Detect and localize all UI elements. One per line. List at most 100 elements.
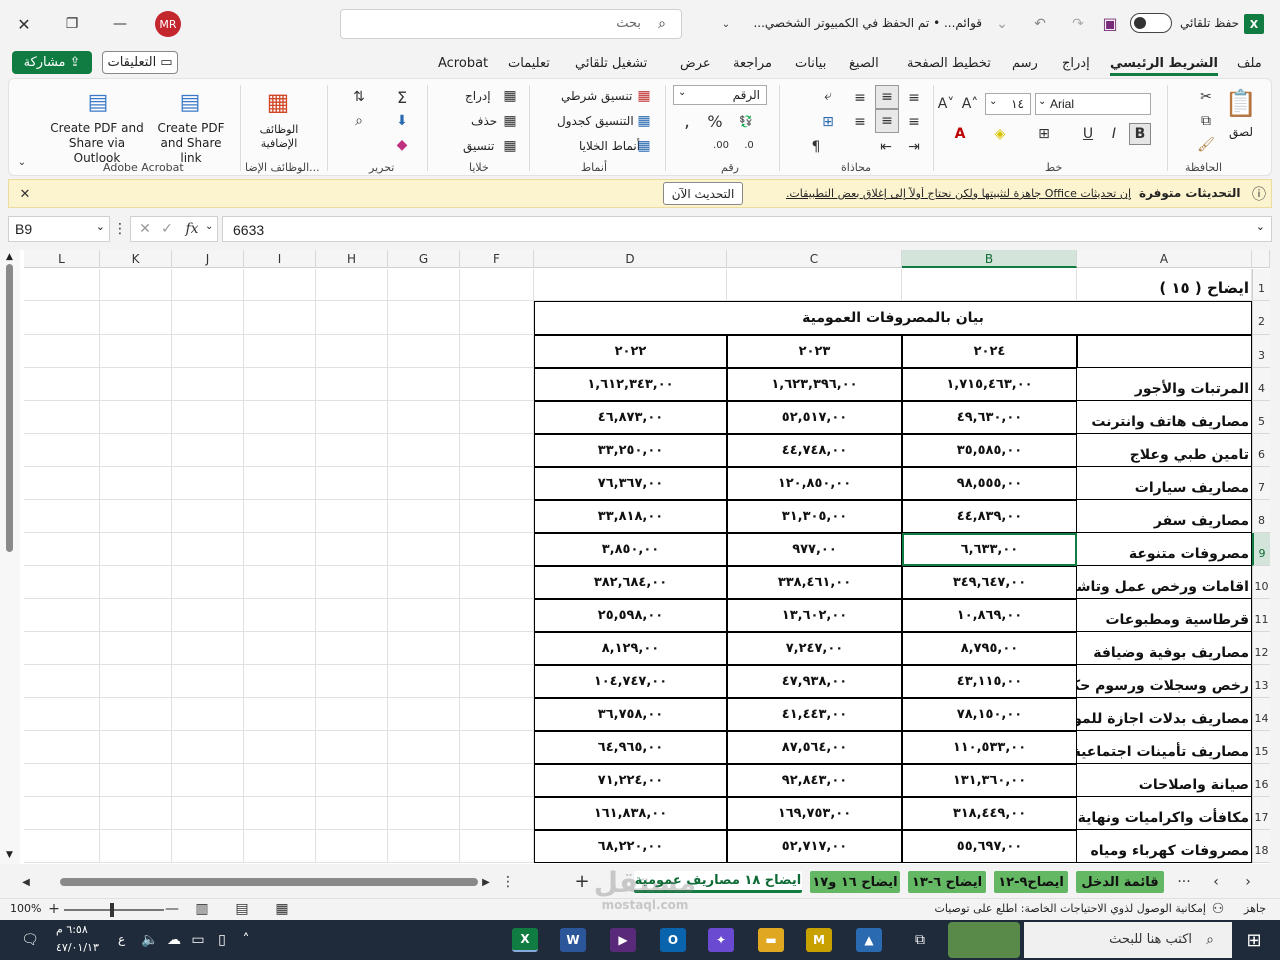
empty-cell[interactable] [316,500,388,533]
normal-view-icon[interactable]: ▦ [274,901,290,917]
empty-cell[interactable] [388,368,460,401]
close-icon[interactable]: ✕ [12,12,36,36]
value-2023[interactable]: ٩٧٧,٠٠ [727,533,902,566]
close-icon[interactable]: ✕ [15,184,35,204]
row-header-14[interactable]: 14 [1252,698,1270,731]
share-button[interactable]: مشاركة ⇪ [12,51,92,74]
column-header-h[interactable]: H [316,250,388,268]
empty-cell[interactable] [172,797,244,830]
increase-decimal-icon[interactable]: .00 [709,135,733,155]
row-label[interactable]: مصاريف تأمينات اجتماعية [1077,731,1252,764]
value-2022[interactable]: ٣,٨٥٠,٠٠ [534,533,727,566]
format-painter-icon[interactable]: 🖌 [1195,135,1217,155]
bold-button[interactable]: B [1129,123,1151,145]
align-top-icon[interactable]: ≡ [849,87,871,109]
empty-cell[interactable] [172,467,244,500]
doc-title[interactable]: قوائم... • تم الحفظ في الكمبيوتر الشخصي.… [742,16,982,30]
minimize-icon[interactable]: — [108,12,132,36]
empty-cell[interactable] [388,401,460,434]
empty-cell[interactable] [244,566,316,599]
search-box[interactable]: بحث ⌕ [340,9,682,39]
empty-cell[interactable] [460,566,534,599]
tab-file[interactable]: ملف [1237,56,1262,71]
tab-draw[interactable]: رسم [1012,56,1038,71]
empty-cell[interactable] [24,698,100,731]
excel-taskbar-icon[interactable]: X [512,928,538,952]
value-2024[interactable]: ١١٠,٥٣٣,٠٠ [902,731,1077,764]
empty-cell[interactable] [172,269,244,301]
select-all-corner[interactable] [1252,250,1270,268]
cell-c1[interactable] [727,269,902,301]
font-size-select[interactable]: ١٤ ⌄ [985,93,1031,115]
empty-cell[interactable] [460,467,534,500]
more-sheets-icon[interactable]: ··· [1172,872,1196,892]
empty-cell[interactable] [244,665,316,698]
empty-cell[interactable] [100,632,172,665]
scroll-down-icon[interactable]: ▼ [6,850,13,860]
number-format-select[interactable]: الرقم ⌄ [673,85,767,105]
underline-button[interactable]: U [1077,123,1099,145]
row-header-18[interactable]: 18 [1252,830,1270,863]
empty-cell[interactable] [244,830,316,863]
value-2024[interactable]: ١٠,٨٦٩,٠٠ [902,599,1077,632]
sharepoint-taskbar-icon[interactable]: ▲ [856,928,882,952]
empty-cell[interactable] [100,368,172,401]
empty-cell[interactable] [388,533,460,566]
value-2024[interactable]: ٣١٨,٤٤٩,٠٠ [902,797,1077,830]
taskbar-search[interactable]: اكتب هنا للبحث ⌕ [1024,922,1232,958]
value-2024[interactable]: ٥٥,٦٩٧,٠٠ [902,830,1077,863]
row-label[interactable]: مصاريف سيارات [1077,467,1252,500]
empty-cell[interactable] [100,401,172,434]
column-header-d[interactable]: D [534,250,727,268]
empty-cell[interactable] [24,301,100,335]
empty-cell[interactable] [24,797,100,830]
notifications-icon[interactable]: 🗨 [18,928,42,952]
tab-acrobat[interactable]: Acrobat [438,56,488,71]
empty-cell[interactable] [316,335,388,368]
empty-cell[interactable] [388,830,460,863]
wrap-text-icon[interactable]: ⤶ [817,85,839,107]
zoom-level[interactable]: 100% [10,902,41,915]
empty-cell[interactable] [172,301,244,335]
empty-cell[interactable] [460,599,534,632]
tab-home[interactable]: الشريط الرئيسي [1110,56,1218,76]
empty-cell[interactable] [24,566,100,599]
empty-cell[interactable] [244,368,316,401]
conditional-format-button[interactable]: تنسيق شرطي [561,89,632,103]
merge-center-icon[interactable]: ⊞ [817,111,839,133]
redo-icon[interactable]: ⌄ [992,12,1012,36]
empty-cell[interactable] [316,731,388,764]
clock-date[interactable]: ٤٧/٠١/١٣ [56,941,99,954]
value-2022[interactable]: ١٠٤,٧٤٧,٠٠ [534,665,727,698]
cell-styles-button[interactable]: أنماط الخلايا [579,139,640,153]
value-2023[interactable]: ٣٣٨,٤٦١,٠٠ [727,566,902,599]
empty-cell[interactable] [460,301,534,335]
column-header-l[interactable]: L [24,250,100,268]
column-header-c[interactable]: C [727,250,902,268]
table-title[interactable]: بيان بالمصروفات العمومية [534,301,1252,335]
value-2022[interactable]: ١,٦١٢,٣٤٣,٠٠ [534,368,727,401]
row-label[interactable]: صيانة واصلاحات [1077,764,1252,797]
empty-cell[interactable] [24,467,100,500]
row-label[interactable]: قرطاسية ومطبوعات [1077,599,1252,632]
cell-a3[interactable] [1077,335,1252,368]
empty-cell[interactable] [24,731,100,764]
empty-cell[interactable] [388,632,460,665]
row-header-1[interactable]: 1 [1252,269,1270,301]
empty-cell[interactable] [460,269,534,301]
value-2024[interactable]: ٣٥,٥٨٥,٠٠ [902,434,1077,467]
empty-cell[interactable] [24,269,100,301]
file-explorer-taskbar-icon[interactable]: ▬ [758,928,784,952]
page-break-view-icon[interactable]: ▥ [194,901,210,917]
empty-cell[interactable] [460,797,534,830]
currency-icon[interactable]: 💱 [731,111,761,131]
empty-cell[interactable] [388,698,460,731]
value-2022[interactable]: ٤٦,٨٧٣,٠٠ [534,401,727,434]
empty-cell[interactable] [244,764,316,797]
empty-cell[interactable] [388,269,460,301]
sum-icon[interactable]: Σ [387,87,417,107]
empty-cell[interactable] [24,401,100,434]
tab-page-layout[interactable]: تخطيط الصفحة [907,56,991,71]
value-2022[interactable]: ٣٣,٨١٨,٠٠ [534,500,727,533]
value-2022[interactable]: ٧١,٢٢٤,٠٠ [534,764,727,797]
